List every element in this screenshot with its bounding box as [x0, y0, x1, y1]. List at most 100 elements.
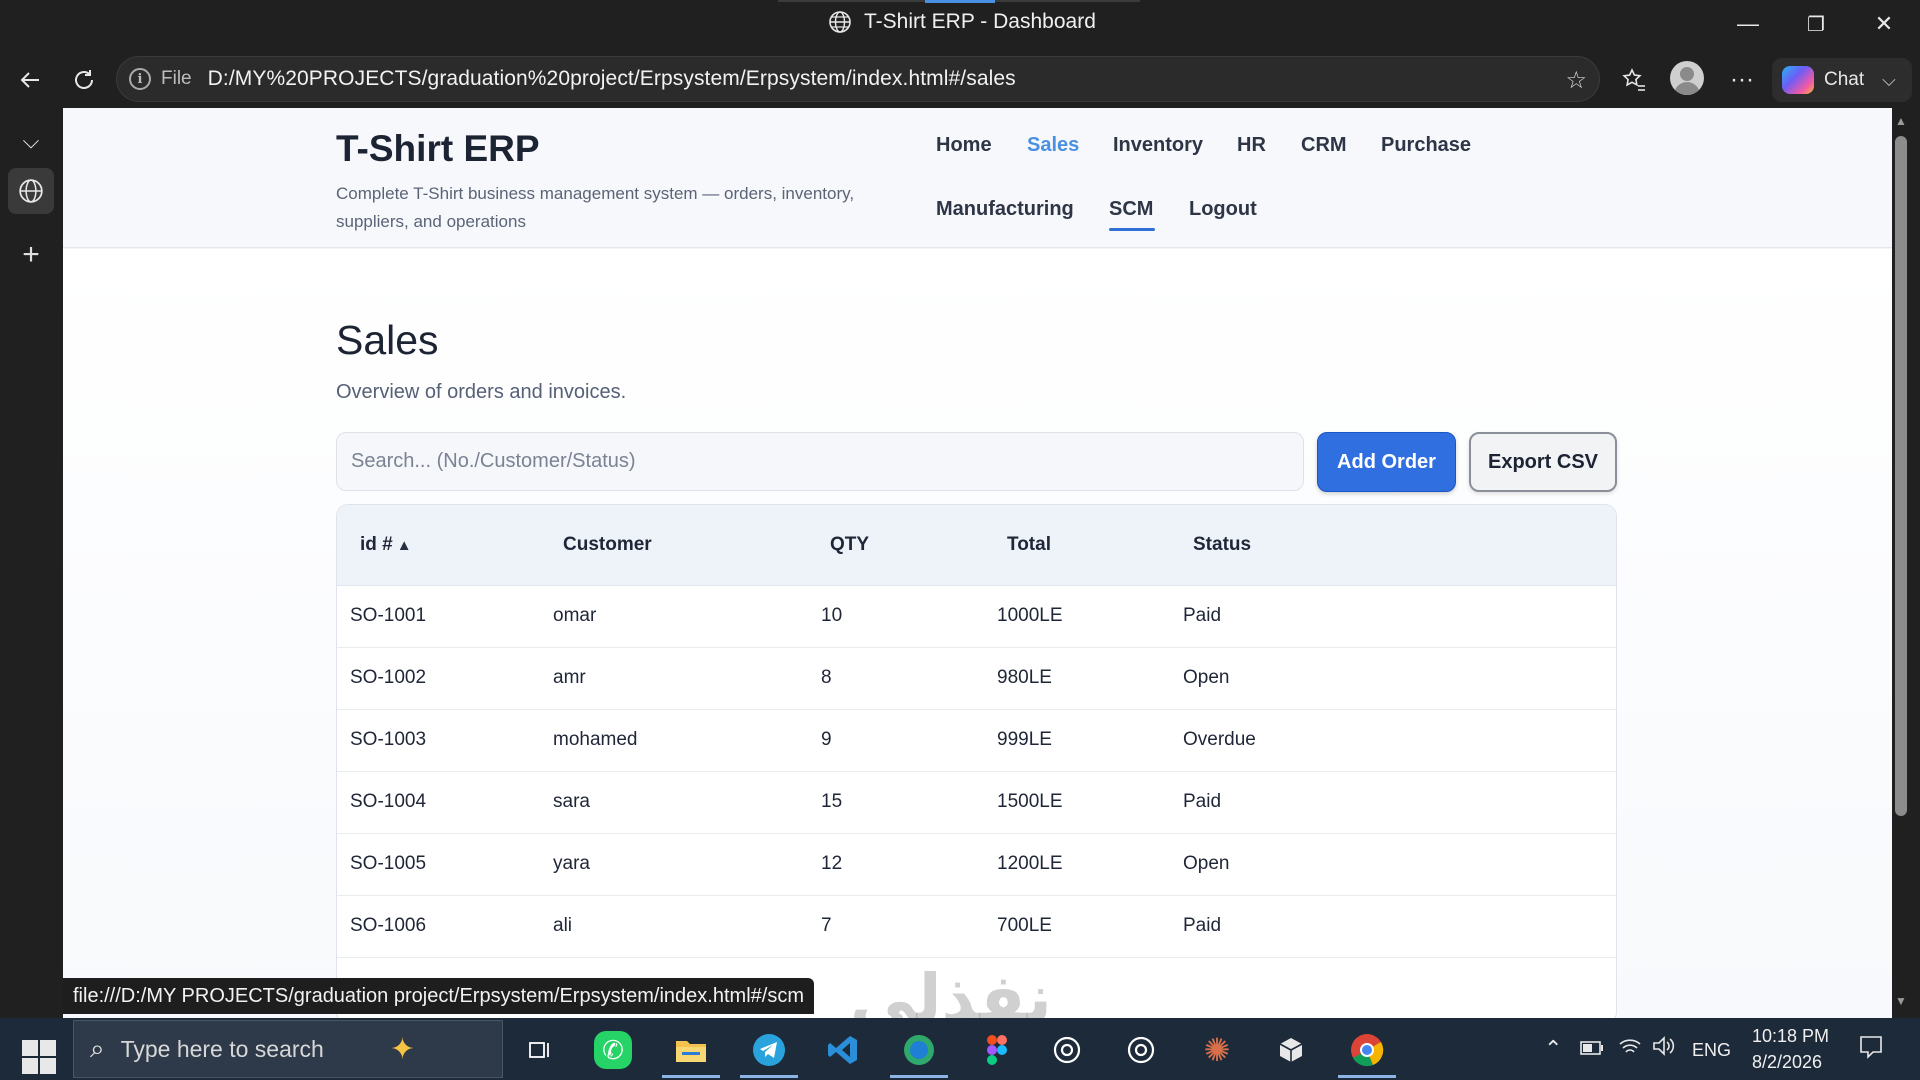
search-input[interactable] — [336, 432, 1304, 491]
taskbar-search-box[interactable]: ⌕ Type here to search ✦ — [73, 1020, 503, 1078]
cell-customer: mohamed — [553, 729, 638, 750]
profile-avatar[interactable] — [1670, 61, 1704, 95]
clock-time[interactable]: 10:18 PM — [1752, 1026, 1829, 1047]
telegram-icon[interactable] — [746, 1027, 792, 1073]
brand-title: T-Shirt ERP — [336, 128, 540, 169]
wifi-icon[interactable] — [1618, 1036, 1642, 1062]
cell-qty: 12 — [821, 853, 843, 874]
cell-qty: 9 — [821, 729, 832, 750]
minimize-button[interactable]: — — [1728, 8, 1768, 40]
copilot-chat-button[interactable]: Chat ⌵ — [1772, 58, 1912, 102]
file-explorer-icon[interactable] — [668, 1027, 714, 1073]
scrollbar-thumb[interactable] — [1895, 136, 1907, 816]
column-header-customer[interactable]: Customer — [563, 534, 652, 556]
table-row[interactable]: SO-1004 sara 15 1500LE Paid — [337, 772, 1616, 834]
sort-ascending-icon: ▲ — [396, 537, 412, 554]
volume-icon[interactable] — [1652, 1036, 1676, 1062]
nav-home[interactable]: Home — [936, 134, 992, 157]
chatgpt-icon[interactable] — [1044, 1027, 1090, 1073]
nav-scm[interactable]: SCM — [1109, 198, 1153, 221]
favorites-icon[interactable] — [1612, 58, 1656, 102]
nav-sales[interactable]: Sales — [1027, 134, 1079, 157]
claude-icon[interactable]: ✺ — [1194, 1027, 1240, 1073]
edge-icon[interactable] — [896, 1027, 942, 1073]
cell-status: Open — [1183, 667, 1230, 688]
globe-icon — [829, 11, 851, 33]
figma-icon[interactable] — [974, 1027, 1020, 1073]
page-subtitle: Overview of orders and invoices. — [336, 381, 627, 403]
globe-icon — [19, 179, 43, 203]
chrome-icon[interactable] — [1344, 1027, 1390, 1073]
chevron-down-icon: ⌵ — [1882, 69, 1896, 90]
add-order-button[interactable]: Add Order — [1317, 432, 1456, 492]
cell-id: SO-1005 — [350, 853, 427, 874]
app-header: T-Shirt ERP Complete T-Shirt business ma… — [63, 108, 1892, 248]
cell-customer: sara — [553, 791, 590, 812]
search-icon: ⌕ — [90, 1033, 105, 1063]
windows-start-icon[interactable] — [14, 1032, 56, 1074]
nav-hr[interactable]: HR — [1237, 134, 1266, 157]
nav-crm[interactable]: CRM — [1301, 134, 1347, 157]
url-text[interactable]: D:/MY%20PROJECTS/graduation%20project/Er… — [208, 67, 1016, 91]
restore-button[interactable]: ❐ — [1796, 8, 1836, 40]
address-bar[interactable]: i File D:/MY%20PROJECTS/graduation%20pro… — [116, 56, 1600, 102]
cell-status: Paid — [1183, 605, 1222, 626]
battery-icon[interactable] — [1580, 1036, 1604, 1062]
notifications-icon[interactable] — [1858, 1034, 1884, 1066]
copilot-icon — [1782, 66, 1814, 94]
input-language[interactable]: ENG — [1692, 1040, 1731, 1061]
close-button[interactable]: ✕ — [1864, 8, 1904, 40]
back-arrow-icon — [20, 72, 39, 88]
edge-running-indicator — [890, 1075, 948, 1078]
chat-label: Chat — [1824, 69, 1865, 90]
vscode-icon[interactable] — [820, 1027, 866, 1073]
windows-taskbar: ⌕ Type here to search ✦ ✆ ✺ ⌃ ENG 10:18 … — [0, 1018, 1920, 1080]
nav-logout[interactable]: Logout — [1189, 198, 1257, 221]
reload-button[interactable] — [64, 60, 104, 100]
favorite-star-icon[interactable]: ☆ — [1565, 66, 1587, 95]
table-row[interactable]: SO-1006 ali 7 700LE Paid — [337, 896, 1616, 958]
site-info-icon[interactable]: i — [129, 68, 151, 90]
task-view-icon[interactable] — [517, 1027, 563, 1073]
cell-customer: yara — [553, 853, 590, 874]
nav-inventory[interactable]: Inventory — [1113, 134, 1203, 157]
new-tab-plus-icon[interactable]: + — [8, 232, 54, 278]
whatsapp-icon[interactable]: ✆ — [594, 1031, 632, 1069]
nav-purchase[interactable]: Purchase — [1381, 134, 1471, 157]
taskbar-search-placeholder: Type here to search — [120, 1035, 324, 1062]
column-header-qty[interactable]: QTY — [830, 534, 869, 556]
orders-table: id # ▲ Customer QTY Total Status SO-1001 o… — [336, 504, 1617, 1018]
cell-id: SO-1001 — [350, 605, 427, 626]
nav-manufacturing[interactable]: Manufacturing — [936, 198, 1074, 221]
table-header: id # ▲ Customer QTY Total Status — [337, 505, 1616, 586]
scroll-up-arrow-icon[interactable]: ▲ — [1894, 114, 1908, 128]
clock-date[interactable]: 8/2/2026 — [1752, 1052, 1822, 1073]
column-header-total[interactable]: Total — [1007, 534, 1051, 556]
tab-strip-active — [925, 0, 995, 3]
more-options-icon[interactable]: ··· — [1720, 58, 1764, 102]
window-title: T-Shirt ERP - Dashboard — [864, 10, 1096, 33]
brand-tagline: Complete T-Shirt business management sys… — [336, 184, 855, 231]
cube-icon[interactable] — [1268, 1027, 1314, 1073]
favorites-star-list-icon — [1622, 68, 1645, 91]
export-csv-button[interactable]: Export CSV — [1469, 432, 1617, 492]
table-row[interactable]: SO-1005 yara 12 1200LE Open — [337, 834, 1616, 896]
tab-actions-chevron-icon[interactable]: ⌵ — [8, 118, 54, 164]
column-header-id[interactable]: id # ▲ — [360, 534, 412, 556]
window-title-wrap: T-Shirt ERP - Dashboard — [828, 10, 1096, 34]
table-row[interactable]: SO-1002 amr 8 980LE Open — [337, 648, 1616, 710]
cell-customer: amr — [553, 667, 586, 688]
table-row[interactable]: SO-1001 omar 10 1000LE Paid — [337, 586, 1616, 648]
cell-status: Paid — [1183, 791, 1222, 812]
show-hidden-icons-chevron-icon[interactable]: ⌃ — [1544, 1036, 1562, 1062]
cell-total: 1500LE — [997, 791, 1063, 812]
page-viewport: T-Shirt ERP Complete T-Shirt business ma… — [63, 108, 1892, 1018]
column-header-status[interactable]: Status — [1193, 534, 1251, 556]
chatgpt-icon[interactable] — [1118, 1027, 1164, 1073]
table-row[interactable]: SO-1003 mohamed 9 999LE Overdue — [337, 710, 1616, 772]
cell-qty: 7 — [821, 915, 832, 936]
cell-id: SO-1002 — [350, 667, 427, 688]
back-button[interactable] — [10, 60, 50, 100]
scroll-down-arrow-icon[interactable]: ▼ — [1894, 994, 1908, 1008]
vertical-tab-active[interactable] — [8, 168, 54, 214]
